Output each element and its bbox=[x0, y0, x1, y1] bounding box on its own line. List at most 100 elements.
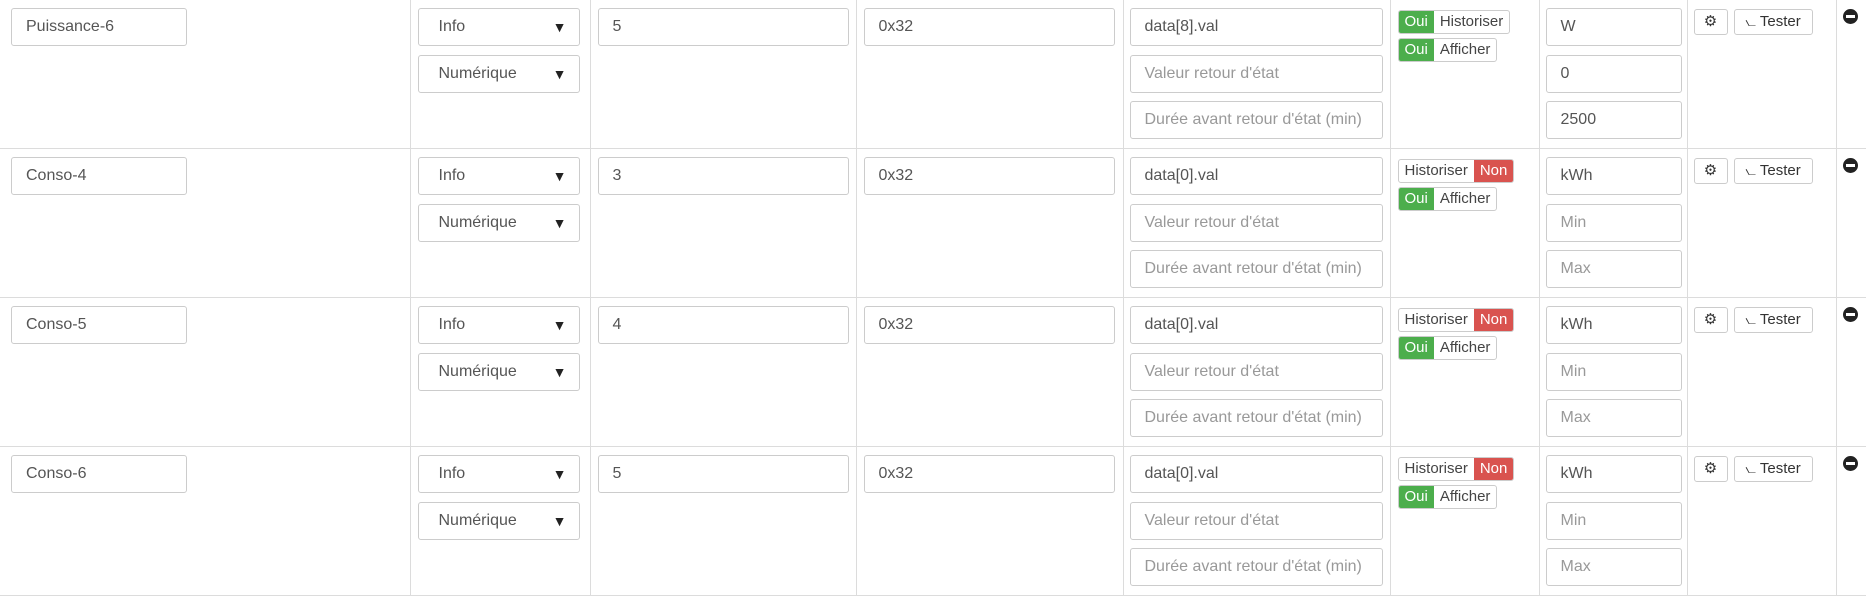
historiser-toggle[interactable]: Historiser Non bbox=[1397, 457, 1515, 481]
hex-input[interactable]: 0x32 bbox=[863, 455, 1115, 493]
test-button[interactable]: ⦦ Tester bbox=[1733, 456, 1813, 482]
register-input[interactable]: 5 bbox=[597, 8, 849, 46]
subtype-select[interactable]: Numérique ▼ bbox=[417, 353, 580, 391]
type-select[interactable]: Info ▼ bbox=[417, 157, 580, 195]
afficher-toggle[interactable]: Oui Afficher bbox=[1397, 38, 1498, 62]
type-select[interactable]: Info ▼ bbox=[417, 455, 580, 493]
max-input[interactable]: 2500 bbox=[1545, 101, 1682, 139]
afficher-toggle[interactable]: Oui Afficher bbox=[1397, 485, 1498, 509]
options-cell: Historiser Non Oui Afficher bbox=[1389, 148, 1540, 298]
type-select-value: Info bbox=[438, 167, 466, 184]
hex-input[interactable]: 0x32 bbox=[863, 306, 1115, 344]
type-select[interactable]: Info ▼ bbox=[417, 8, 580, 46]
register-cell: 4 bbox=[589, 297, 857, 447]
max-input[interactable]: Max bbox=[1545, 548, 1682, 586]
afficher-state: Oui bbox=[1398, 188, 1434, 210]
subtype-select[interactable]: Numérique ▼ bbox=[417, 55, 580, 93]
minus-circle-icon[interactable] bbox=[1842, 158, 1858, 173]
hex-cell: 0x32 bbox=[855, 0, 1124, 149]
data-cell: data[8].val Valeur retour d'état Durée a… bbox=[1122, 0, 1391, 149]
max-input[interactable]: Max bbox=[1545, 250, 1682, 288]
historiser-toggle[interactable]: Historiser Non bbox=[1397, 159, 1515, 183]
min-input[interactable]: Min bbox=[1545, 204, 1682, 242]
minus-circle-icon[interactable] bbox=[1842, 456, 1858, 471]
configure-button[interactable]: ⚙ bbox=[1693, 158, 1728, 184]
hex-input[interactable]: 0x32 bbox=[863, 8, 1115, 46]
configure-button[interactable]: ⚙ bbox=[1693, 456, 1728, 482]
gears-icon: ⚙ bbox=[1703, 311, 1718, 328]
subtype-select[interactable]: Numérique ▼ bbox=[417, 502, 580, 540]
subtype-select[interactable]: Numérique ▼ bbox=[417, 204, 580, 242]
test-button-label: Tester bbox=[1759, 13, 1801, 30]
unit-input[interactable]: kWh bbox=[1545, 157, 1682, 195]
test-button[interactable]: ⦦ Tester bbox=[1733, 9, 1813, 35]
options-cell: Historiser Non Oui Afficher bbox=[1389, 297, 1540, 447]
test-button-label: Tester bbox=[1759, 162, 1801, 179]
retour-etat-input[interactable]: Valeur retour d'état bbox=[1129, 55, 1383, 93]
duree-retour-input[interactable]: Durée avant retour d'état (min) bbox=[1129, 548, 1383, 586]
test-button[interactable]: ⦦ Tester bbox=[1733, 158, 1813, 184]
duree-retour-input[interactable]: Durée avant retour d'état (min) bbox=[1129, 399, 1383, 437]
min-input[interactable]: Min bbox=[1545, 353, 1682, 391]
afficher-toggle[interactable]: Oui Afficher bbox=[1397, 336, 1498, 360]
unit-cell: kWh Min Max bbox=[1538, 297, 1688, 447]
unit-cell: W 0 2500 bbox=[1538, 0, 1688, 149]
actions-cell: ⚙ ⦦ Tester bbox=[1686, 148, 1837, 298]
unit-input[interactable]: kWh bbox=[1545, 455, 1682, 493]
hex-input[interactable]: 0x32 bbox=[863, 157, 1115, 195]
rss-icon: ⦦ bbox=[1745, 163, 1756, 178]
afficher-state: Oui bbox=[1398, 39, 1434, 61]
data-input[interactable]: data[0].val bbox=[1129, 157, 1383, 195]
actions-cell: ⚙ ⦦ Tester bbox=[1686, 446, 1837, 596]
afficher-toggle[interactable]: Oui Afficher bbox=[1397, 187, 1498, 211]
historiser-state: Non bbox=[1473, 458, 1514, 480]
name-cell: Conso-5 bbox=[0, 297, 411, 447]
type-select-value: Info bbox=[438, 18, 466, 35]
data-input[interactable]: data[0].val bbox=[1129, 306, 1383, 344]
historiser-state: Oui bbox=[1398, 11, 1434, 33]
rss-icon: ⦦ bbox=[1745, 461, 1756, 476]
remove-cell bbox=[1835, 297, 1866, 447]
gears-icon: ⚙ bbox=[1703, 460, 1718, 477]
data-input[interactable]: data[8].val bbox=[1129, 8, 1383, 46]
min-input[interactable]: 0 bbox=[1545, 55, 1682, 93]
historiser-toggle[interactable]: Historiser Non bbox=[1397, 308, 1515, 332]
register-input[interactable]: 4 bbox=[597, 306, 849, 344]
retour-etat-input[interactable]: Valeur retour d'état bbox=[1129, 502, 1383, 540]
retour-etat-input[interactable]: Valeur retour d'état bbox=[1129, 353, 1383, 391]
min-input[interactable]: Min bbox=[1545, 502, 1682, 540]
duree-retour-input[interactable]: Durée avant retour d'état (min) bbox=[1129, 250, 1383, 288]
test-button[interactable]: ⦦ Tester bbox=[1733, 307, 1813, 333]
data-cell: data[0].val Valeur retour d'état Durée a… bbox=[1122, 148, 1391, 298]
chevron-down-icon: ▼ bbox=[552, 168, 567, 184]
register-cell: 5 bbox=[589, 0, 857, 149]
gears-icon: ⚙ bbox=[1703, 162, 1718, 179]
command-name-input[interactable]: Conso-5 bbox=[11, 306, 187, 344]
chevron-down-icon: ▼ bbox=[552, 364, 567, 380]
minus-circle-icon[interactable] bbox=[1842, 9, 1858, 24]
afficher-state: Oui bbox=[1398, 337, 1434, 359]
historiser-toggle[interactable]: Oui Historiser bbox=[1397, 10, 1511, 34]
type-select[interactable]: Info ▼ bbox=[417, 306, 580, 344]
chevron-down-icon: ▼ bbox=[552, 513, 567, 529]
command-name-input[interactable]: Conso-4 bbox=[11, 157, 187, 195]
command-name-input[interactable]: Puissance-6 bbox=[11, 8, 187, 46]
type-select-value: Info bbox=[438, 465, 466, 482]
remove-cell bbox=[1835, 446, 1866, 596]
configure-button[interactable]: ⚙ bbox=[1693, 9, 1728, 35]
max-input[interactable]: Max bbox=[1545, 399, 1682, 437]
afficher-label: Afficher bbox=[1439, 488, 1491, 505]
commands-table: Puissance-6 Info ▼ Numérique ▼ 5 0x32 da… bbox=[0, 0, 1866, 596]
register-input[interactable]: 5 bbox=[597, 455, 849, 493]
register-input[interactable]: 3 bbox=[597, 157, 849, 195]
rss-icon: ⦦ bbox=[1745, 14, 1756, 29]
command-name-input[interactable]: Conso-6 bbox=[11, 455, 187, 493]
retour-etat-input[interactable]: Valeur retour d'état bbox=[1129, 204, 1383, 242]
unit-input[interactable]: W bbox=[1545, 8, 1682, 46]
rss-icon: ⦦ bbox=[1745, 312, 1756, 327]
minus-circle-icon[interactable] bbox=[1842, 307, 1858, 322]
data-input[interactable]: data[0].val bbox=[1129, 455, 1383, 493]
duree-retour-input[interactable]: Durée avant retour d'état (min) bbox=[1129, 101, 1383, 139]
unit-input[interactable]: kWh bbox=[1545, 306, 1682, 344]
configure-button[interactable]: ⚙ bbox=[1693, 307, 1728, 333]
